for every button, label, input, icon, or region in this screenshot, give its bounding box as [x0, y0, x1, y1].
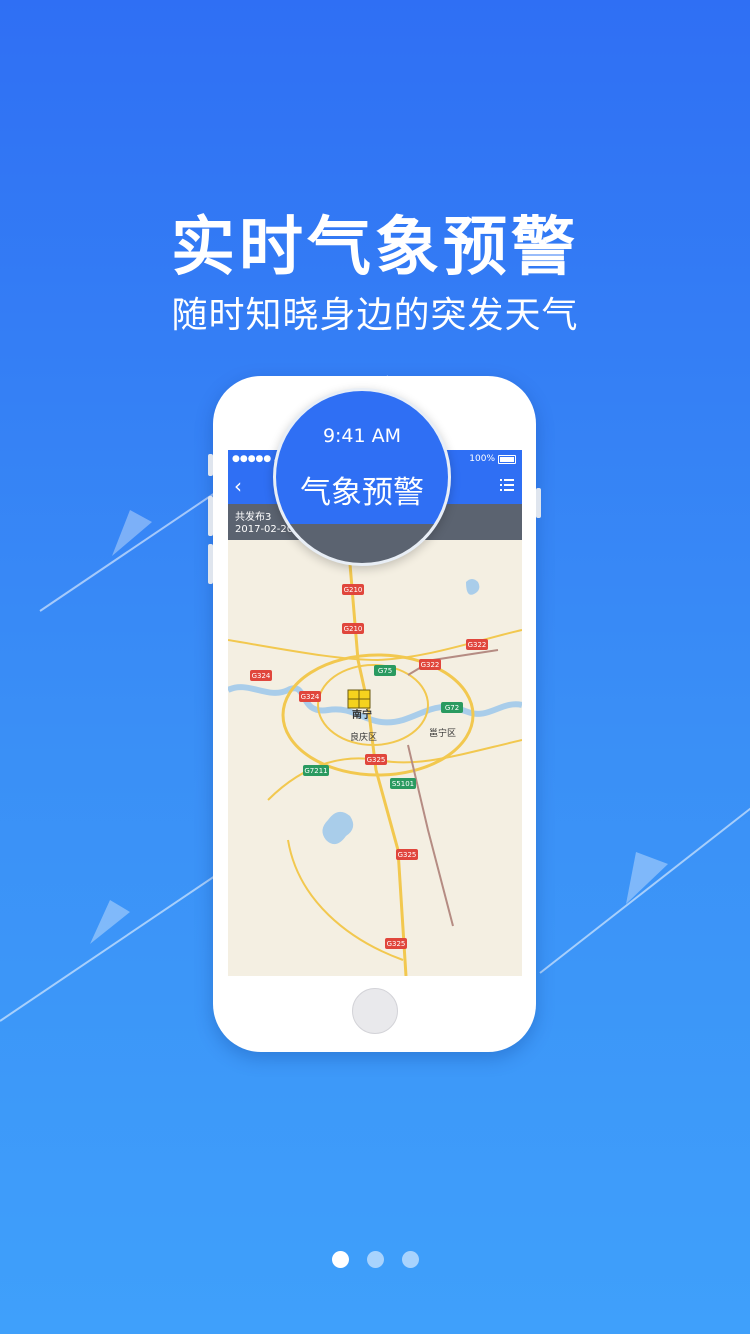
- decorative-triangle: [626, 852, 668, 904]
- page-title: 实时气象预警: [171, 211, 579, 285]
- phone-side-button: [536, 488, 541, 518]
- weather-warning-map[interactable]: G210 G210 G322 G322 G324 G324 G75 G72 G3…: [228, 540, 522, 976]
- road-label: G72: [445, 704, 459, 712]
- road-label: G7211: [304, 767, 327, 775]
- list-menu-icon[interactable]: [500, 478, 514, 492]
- phone-side-button: [208, 454, 213, 476]
- road-label: G75: [378, 667, 392, 675]
- decorative-triangle: [112, 510, 152, 556]
- warning-count-text: 共发布3: [235, 512, 272, 523]
- magnifier-lens: 9:41 AM 气象预警: [273, 388, 451, 566]
- phone-side-button: [208, 496, 213, 536]
- road-label: S5101: [392, 780, 414, 788]
- road-label: G324: [301, 693, 320, 701]
- road-label: G210: [344, 625, 363, 633]
- battery-icon: [498, 454, 516, 464]
- district-label: 邕宁区: [429, 727, 456, 739]
- page-dot-3[interactable]: [401, 1251, 419, 1268]
- page-indicator: [0, 1251, 750, 1268]
- city-label: 南宁: [352, 708, 372, 721]
- road-label: G325: [387, 940, 406, 948]
- road-label: G325: [398, 851, 417, 859]
- road-label: G210: [344, 586, 363, 594]
- road-label: G324: [252, 672, 271, 680]
- page-dot-2[interactable]: [366, 1251, 384, 1268]
- road-label: G325: [367, 756, 386, 764]
- battery-percent: 100%: [469, 454, 495, 464]
- phone-side-button: [208, 544, 213, 584]
- page-subtitle: 随时知晓身边的突发天气: [171, 295, 579, 336]
- clock-time: 9:41 AM: [322, 425, 402, 447]
- back-arrow-icon[interactable]: ‹: [234, 474, 242, 498]
- page-dot-1[interactable]: [331, 1251, 349, 1268]
- phone-home-button: [352, 988, 398, 1034]
- screen-title: 气象预警: [300, 475, 424, 511]
- road-label: G322: [421, 661, 440, 669]
- decorative-triangle: [90, 900, 130, 944]
- district-label: 良庆区: [350, 731, 377, 743]
- road-label: G322: [468, 641, 487, 649]
